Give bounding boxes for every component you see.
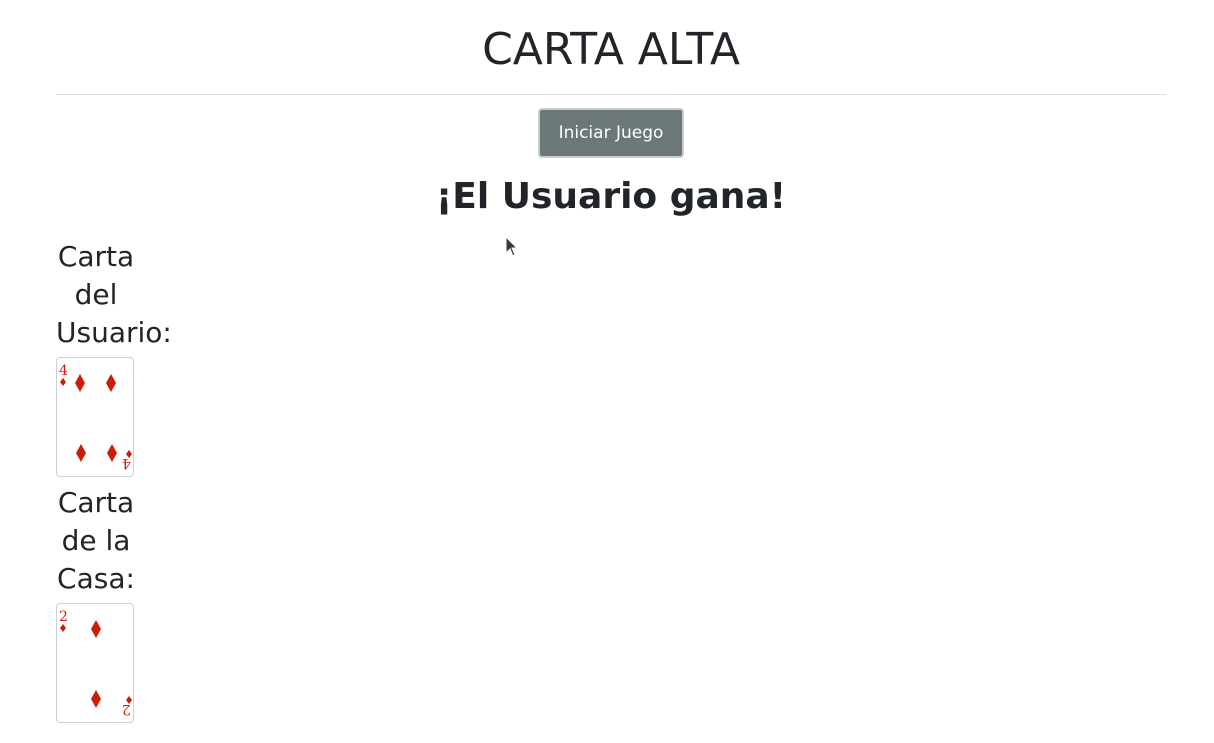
house-label-line: Casa: xyxy=(57,562,135,595)
house-label-line: Carta xyxy=(57,486,135,519)
user-label-line: del xyxy=(74,278,118,311)
house-card: 2 2 xyxy=(56,603,134,723)
title-divider xyxy=(56,94,1166,95)
house-label-line: de la xyxy=(61,524,131,557)
user-card-label: Carta del Usuario: xyxy=(56,238,172,352)
result-message: ¡El Usuario gana! xyxy=(435,176,787,217)
diamond-icon xyxy=(60,620,132,708)
mouse-cursor-icon xyxy=(505,236,519,257)
page: CARTA ALTA Iniciar Juego ¡El Usuario gan… xyxy=(0,0,1214,743)
user-card: 4 4 xyxy=(56,357,134,477)
start-game-button[interactable]: Iniciar Juego xyxy=(538,108,684,158)
house-card-section: Carta de la Casa: 2 2 xyxy=(56,484,136,723)
house-card-label: Carta de la Casa: xyxy=(56,484,136,598)
user-label-line: Usuario: xyxy=(56,316,172,349)
page-title: CARTA ALTA xyxy=(482,24,740,75)
diamond-icon xyxy=(60,374,132,462)
user-label-line: Carta xyxy=(57,240,135,273)
user-card-section: Carta del Usuario: 4 4 xyxy=(56,238,172,477)
